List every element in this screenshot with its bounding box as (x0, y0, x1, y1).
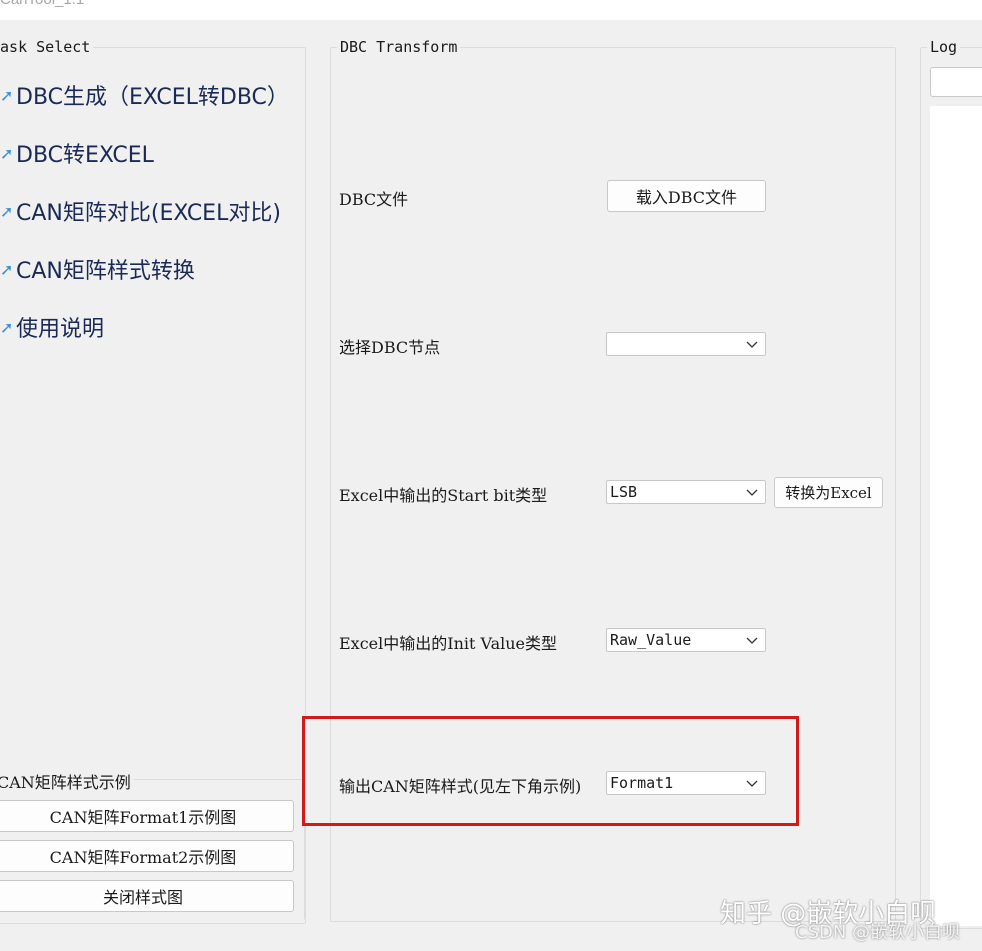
init-value-value: Raw_Value (610, 631, 692, 649)
style-examples-title: CAN矩阵样式示例 (0, 769, 134, 793)
arrow-icon: ➚ (0, 259, 14, 279)
task-item-dbc-to-excel[interactable]: ➚ DBC转EXCEL (0, 137, 154, 169)
task-item-label: CAN矩阵对比(EXCEL对比) (16, 201, 281, 226)
task-item-help[interactable]: ➚ 使用说明 (0, 311, 104, 343)
task-item-label: CAN矩阵样式转换 (16, 259, 195, 284)
window-title: CanTool_1.1 (0, 0, 84, 8)
arrow-icon: ➚ (0, 317, 14, 337)
format1-example-button[interactable]: CAN矩阵Format1示例图 (0, 800, 294, 832)
task-item-label: 使用说明 (16, 317, 105, 342)
log-title: Log (927, 38, 961, 56)
start-bit-value: LSB (610, 483, 638, 501)
load-dbc-button[interactable]: 载入DBC文件 (607, 180, 766, 212)
highlight-annotation-box (302, 716, 799, 826)
start-bit-select[interactable]: LSB (606, 480, 766, 504)
chevron-down-icon (746, 341, 758, 348)
dbc-file-label: DBC文件 (339, 190, 409, 209)
dbc-node-label: 选择DBC节点 (339, 338, 441, 357)
title-bar: CanTool_1.1 (0, 0, 982, 20)
task-item-label: DBC生成（EXCEL转DBC） (16, 85, 289, 110)
log-filter-input[interactable] (930, 67, 982, 97)
dbc-node-select[interactable] (606, 332, 766, 356)
task-item-can-style-convert[interactable]: ➚ CAN矩阵样式转换 (0, 253, 195, 285)
arrow-icon: ➚ (0, 143, 14, 163)
task-select-title: Task Select (0, 38, 94, 56)
task-item-label: DBC转EXCEL (16, 143, 154, 168)
csdn-watermark: CSDN @嵌软小白呗 (795, 922, 961, 943)
close-style-image-button[interactable]: 关闭样式图 (0, 880, 294, 912)
init-value-label: Excel中输出的Init Value类型 (339, 634, 558, 653)
task-item-can-compare[interactable]: ➚ CAN矩阵对比(EXCEL对比) (0, 195, 281, 227)
arrow-icon: ➚ (0, 85, 14, 105)
convert-to-excel-button[interactable]: 转换为Excel (774, 477, 883, 508)
format2-example-button[interactable]: CAN矩阵Format2示例图 (0, 840, 294, 872)
task-item-dbc-generate[interactable]: ➚ DBC生成（EXCEL转DBC） (0, 79, 289, 111)
start-bit-label: Excel中输出的Start bit类型 (339, 486, 548, 505)
chevron-down-icon (746, 637, 758, 644)
log-output-area[interactable] (930, 106, 982, 926)
chevron-down-icon (746, 489, 758, 496)
arrow-icon: ➚ (0, 201, 14, 221)
dbc-transform-title: DBC Transform (337, 38, 461, 56)
init-value-select[interactable]: Raw_Value (606, 628, 766, 652)
